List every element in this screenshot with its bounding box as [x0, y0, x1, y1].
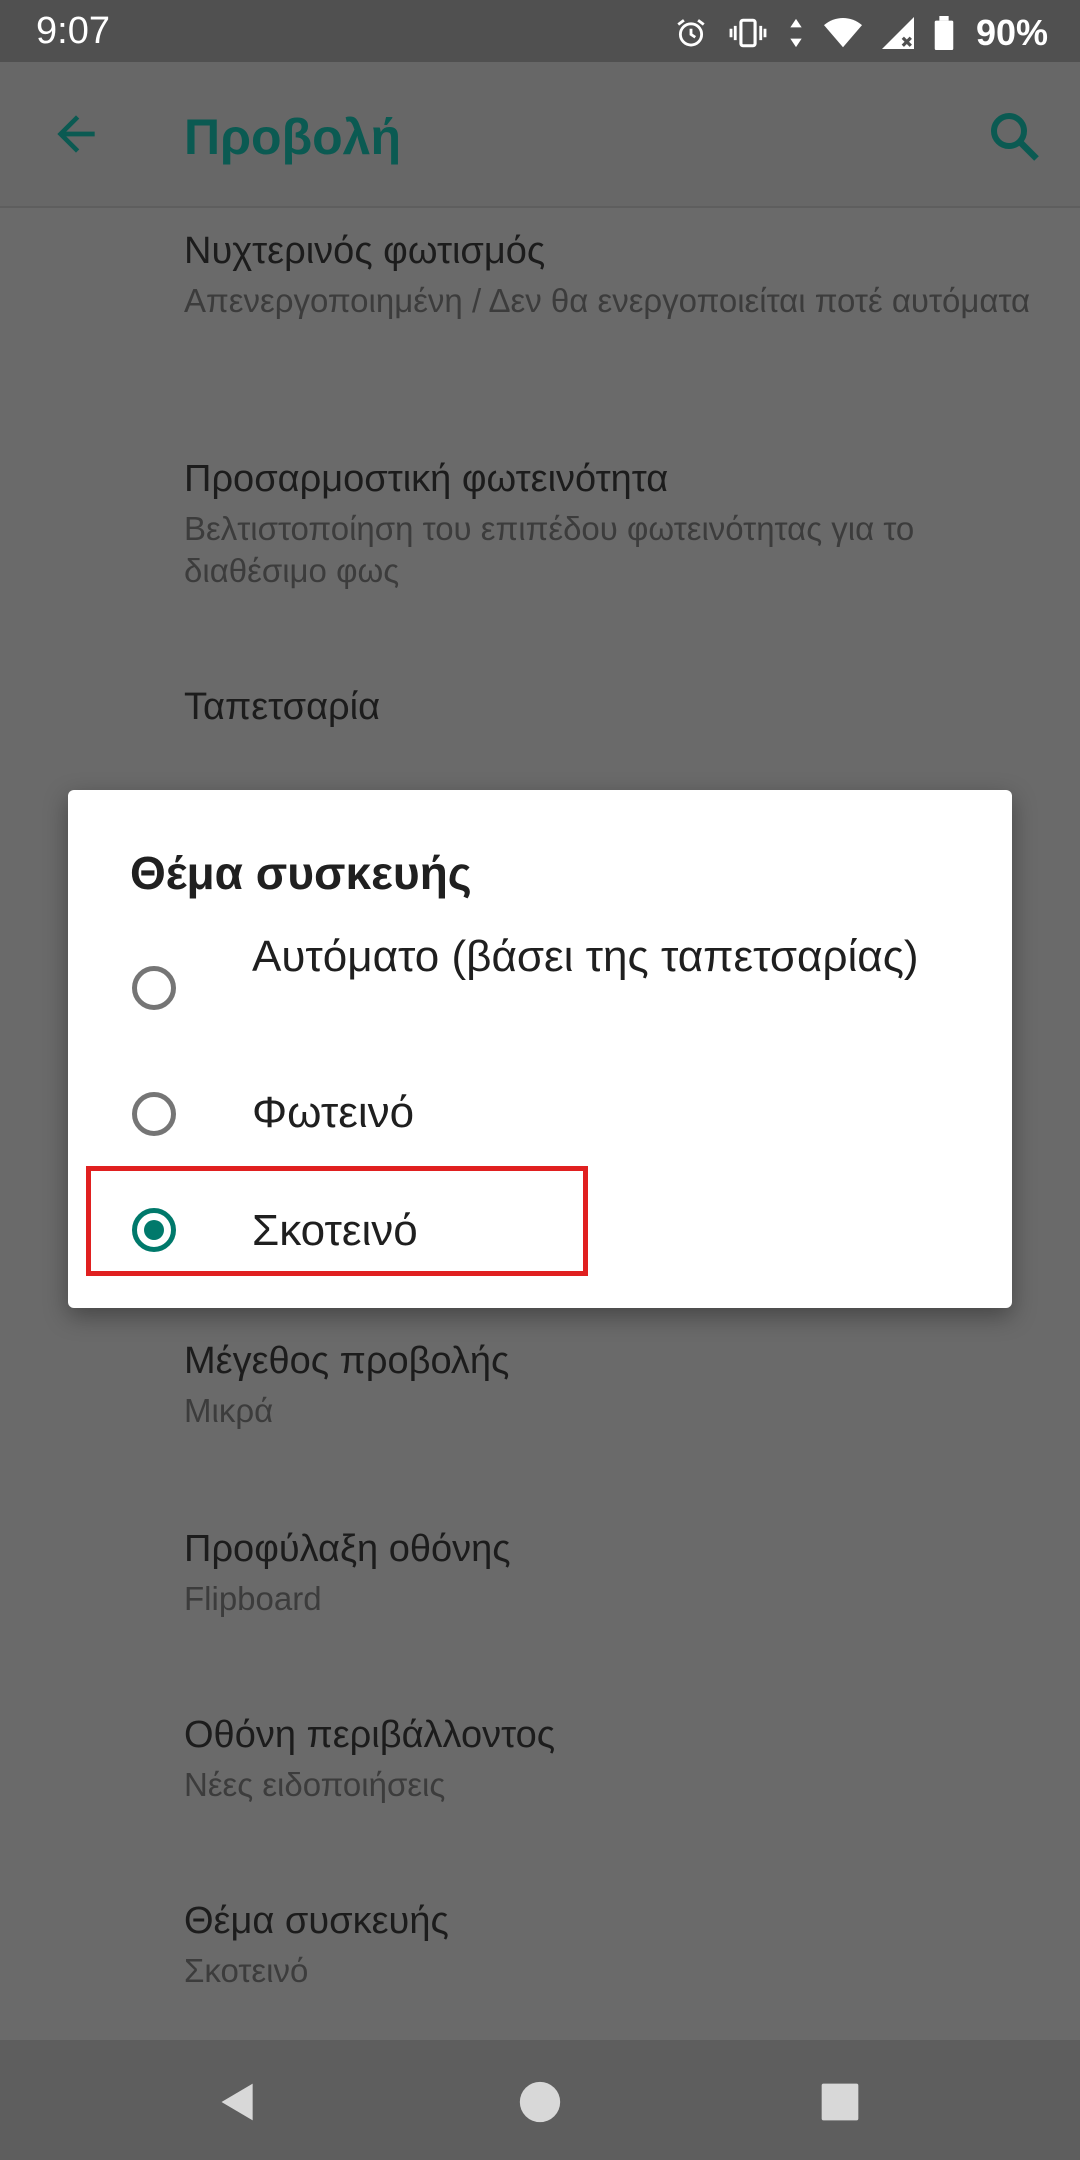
- radio-label: Αυτόματο (βάσει της ταπετσαρίας): [252, 932, 919, 981]
- setting-summary: Απενεργοποιημένη / Δεν θα ενεργοποιείται…: [184, 282, 1031, 319]
- battery-icon: [934, 16, 954, 50]
- back-triangle-icon[interactable]: [216, 2080, 260, 2129]
- setting-ambient-display[interactable]: Οθόνη περιβάλλοντος Νέες ειδοποιήσεις: [184, 1712, 1044, 1806]
- theme-dialog: Θέμα συσκευής Αυτόματο (βάσει της ταπετσ…: [68, 790, 1012, 1308]
- radio-button[interactable]: [132, 966, 176, 1010]
- setting-summary: Βελτιστοποίηση του επιπέδου φωτεινότητας…: [184, 510, 915, 589]
- recents-square-icon[interactable]: [818, 2080, 862, 2129]
- app-bar: Προβολή: [0, 62, 1080, 208]
- page-title: Προβολή: [184, 109, 401, 165]
- radio-button[interactable]: [132, 1092, 176, 1136]
- setting-title: Προσαρμοστική φωτεινότητα: [184, 458, 669, 500]
- navigation-bar: [0, 2040, 1080, 2160]
- setting-device-theme[interactable]: Θέμα συσκευής Σκοτεινό: [184, 1898, 1044, 1992]
- home-circle-icon[interactable]: [518, 2080, 562, 2129]
- radio-option-light[interactable]: Φωτεινό: [68, 1074, 1012, 1164]
- radio-option-auto[interactable]: Αυτόματο (βάσει της ταπετσαρίας): [68, 930, 1012, 1048]
- status-time: 9:07: [36, 10, 110, 52]
- setting-night-light[interactable]: Νυχτερινός φωτισμός Απενεργοποιημένη / Δ…: [184, 228, 1044, 322]
- search-icon[interactable]: [984, 106, 1044, 166]
- setting-summary: Νέες ειδοποιήσεις: [184, 1766, 446, 1803]
- signal-icon: [881, 17, 914, 49]
- setting-display-size[interactable]: Μέγεθος προβολής Μικρά: [184, 1338, 1044, 1432]
- dialog-title: Θέμα συσκευής: [130, 847, 472, 899]
- wifi-icon: [823, 17, 862, 49]
- alarm-icon: [674, 16, 708, 50]
- battery-percent: 90%: [975, 12, 1048, 53]
- setting-summary: Σκοτεινό: [184, 1952, 309, 1989]
- setting-adaptive-brightness[interactable]: Προσαρμοστική φωτεινότητα Βελτιστοποίηση…: [184, 456, 1044, 592]
- setting-screen-saver[interactable]: Προφύλαξη οθόνης Flipboard: [184, 1526, 1044, 1620]
- arrow-back-icon[interactable]: [48, 106, 104, 162]
- setting-summary: Μικρά: [184, 1392, 274, 1429]
- setting-wallpaper[interactable]: Ταπετσαρία: [184, 684, 1044, 730]
- setting-title: Μέγεθος προβολής: [184, 1340, 510, 1382]
- setting-title: Νυχτερινός φωτισμός: [184, 230, 546, 272]
- setting-title: Θέμα συσκευής: [184, 1900, 449, 1942]
- status-bar: 9:07 90%: [0, 0, 1080, 62]
- radio-label: Φωτεινό: [252, 1088, 415, 1137]
- setting-title: Προφύλαξη οθόνης: [184, 1528, 511, 1570]
- highlight-box: [86, 1166, 588, 1276]
- setting-summary: Flipboard: [184, 1580, 322, 1617]
- setting-title: Οθόνη περιβάλλοντος: [184, 1714, 556, 1756]
- data-arrows-icon: [788, 16, 804, 50]
- status-icons: 90%: [674, 12, 1048, 54]
- vibrate-icon: [728, 16, 768, 50]
- setting-title: Ταπετσαρία: [184, 686, 381, 728]
